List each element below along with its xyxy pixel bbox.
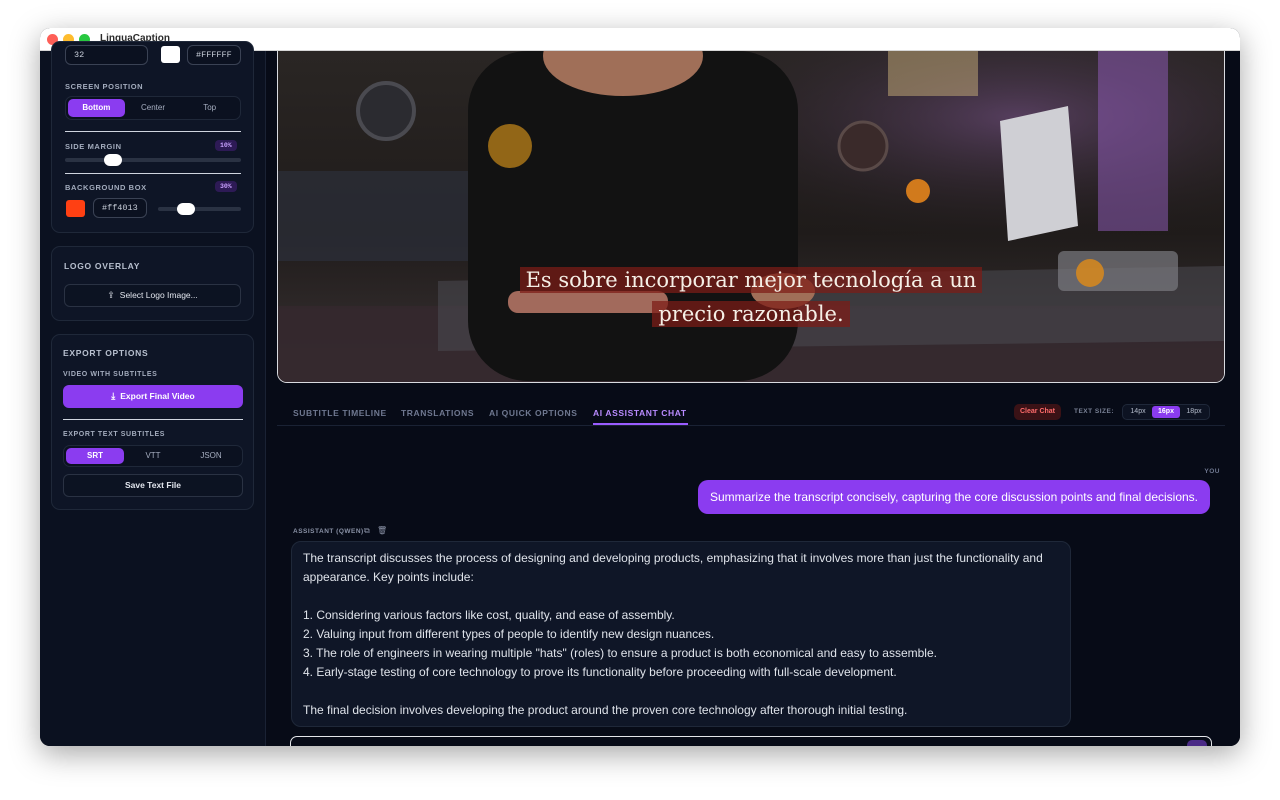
active-tab-indicator: [593, 423, 688, 425]
user-label: YOU: [1204, 468, 1220, 475]
download-icon: ⤓: [111, 391, 116, 401]
video-with-subtitles-label: VIDEO WITH SUBTITLES: [63, 371, 158, 378]
text-size-14-option[interactable]: 14px: [1124, 406, 1152, 418]
text-color-input[interactable]: #FFFFFF: [187, 45, 241, 65]
subtitle-line-1: Es sobre incorporar mejor tecnología a u…: [519, 267, 983, 293]
format-srt-option[interactable]: SRT: [66, 448, 124, 464]
section-divider: [65, 173, 241, 174]
background-box-value: 30%: [215, 181, 237, 192]
logo-overlay-card: LOGO OVERLAY ⇪ Select Logo Image...: [51, 246, 254, 321]
trash-icon[interactable]: 🗑: [377, 526, 387, 535]
main-panel: Es sobre incorporar mejor tecnología a u…: [266, 51, 1240, 746]
tab-translations[interactable]: TRANSLATIONS: [401, 408, 474, 418]
text-size-18-option[interactable]: 18px: [1180, 406, 1208, 418]
copy-icon[interactable]: ⧉: [364, 526, 370, 535]
subtitle-overlay: Es sobre incorporar mejor tecnología a u…: [278, 263, 1224, 331]
text-color-swatch[interactable]: [161, 46, 180, 63]
tab-ai-quick-options[interactable]: AI QUICK OPTIONS: [489, 408, 577, 418]
tab-ai-assistant-chat[interactable]: AI ASSISTANT CHAT: [593, 408, 687, 418]
background-color-swatch[interactable]: [66, 200, 85, 217]
position-bottom-option[interactable]: Bottom: [68, 99, 125, 117]
clear-chat-button[interactable]: Clear Chat: [1014, 404, 1062, 420]
video-frame: [278, 51, 1224, 382]
background-opacity-slider-thumb[interactable]: [177, 203, 195, 215]
settings-sidebar: 32 #FFFFFF SCREEN POSITION Bottom Center…: [40, 41, 266, 746]
section-divider: [63, 419, 243, 420]
format-vtt-option[interactable]: VTT: [124, 448, 182, 464]
select-logo-button[interactable]: ⇪ Select Logo Image...: [64, 284, 241, 307]
assistant-point-3: 3. The role of engineers in wearing mult…: [303, 646, 937, 660]
text-size-label: TEXT SIZE:: [1074, 408, 1115, 415]
side-margin-label: SIDE MARGIN: [65, 142, 122, 151]
screen-position-selector: Bottom Center Top: [65, 96, 241, 120]
format-json-option[interactable]: JSON: [182, 448, 240, 464]
assistant-actions: ⧉ 🗑: [364, 526, 387, 536]
send-arrow-icon: →: [1192, 744, 1203, 746]
chat-input[interactable]: [301, 737, 1171, 746]
position-center-option[interactable]: Center: [125, 99, 182, 117]
user-message-bubble: Summarize the transcript concisely, capt…: [697, 480, 1210, 514]
text-size-selector: 14px 16px 18px: [1122, 404, 1210, 420]
subtitle-line-2: precio razonable.: [652, 301, 850, 327]
export-options-title: EXPORT OPTIONS: [63, 348, 149, 358]
select-logo-label: Select Logo Image...: [119, 290, 198, 300]
side-margin-slider-thumb[interactable]: [104, 154, 122, 166]
tools-tab-bar: SUBTITLE TIMELINE TRANSLATIONS AI QUICK …: [277, 396, 1225, 426]
assistant-message-bubble: The transcript discusses the process of …: [291, 541, 1071, 727]
tab-subtitle-timeline[interactable]: SUBTITLE TIMELINE: [293, 408, 387, 418]
chat-input-box: →: [290, 736, 1212, 746]
assistant-point-1: 1. Considering various factors like cost…: [303, 608, 675, 622]
assistant-point-4: 4. Early-stage testing of core technolog…: [303, 665, 897, 679]
assistant-intro: The transcript discusses the process of …: [303, 551, 1043, 584]
assistant-conclusion: The final decision involves developing t…: [303, 703, 908, 717]
video-scene: [278, 51, 1224, 382]
send-button[interactable]: →: [1187, 740, 1207, 746]
screen-position-label: SCREEN POSITION: [65, 82, 144, 91]
export-video-label: Export Final Video: [120, 391, 195, 401]
video-preview[interactable]: Es sobre incorporar mejor tecnología a u…: [277, 51, 1225, 383]
background-color-input[interactable]: #ff4013: [93, 198, 147, 218]
font-size-input[interactable]: 32: [65, 45, 148, 65]
save-text-file-button[interactable]: Save Text File: [63, 474, 243, 497]
background-box-label: BACKGROUND BOX: [65, 183, 147, 192]
section-divider: [65, 131, 241, 132]
position-top-option[interactable]: Top: [181, 99, 238, 117]
subtitle-format-selector: SRT VTT JSON: [63, 445, 243, 467]
text-size-16-option[interactable]: 16px: [1152, 406, 1180, 418]
background-opacity-slider-track[interactable]: [158, 207, 241, 211]
assistant-label: ASSISTANT (QWEN): [293, 528, 364, 535]
app-window: LinguaCaption 32 #FFFFFF SCREEN POSITION…: [40, 28, 1240, 746]
upload-icon: ⇪: [107, 290, 115, 300]
export-text-subtitles-label: EXPORT TEXT SUBTITLES: [63, 431, 166, 438]
side-margin-slider-track[interactable]: [65, 158, 241, 162]
export-options-card: EXPORT OPTIONS VIDEO WITH SUBTITLES ⤓ Exp…: [51, 334, 254, 510]
assistant-point-2: 2. Valuing input from different types of…: [303, 627, 715, 641]
side-margin-value: 10%: [215, 140, 237, 151]
subtitle-style-card: 32 #FFFFFF SCREEN POSITION Bottom Center…: [51, 41, 254, 233]
logo-overlay-title: LOGO OVERLAY: [64, 261, 141, 271]
export-final-video-button[interactable]: ⤓ Export Final Video: [63, 385, 243, 408]
